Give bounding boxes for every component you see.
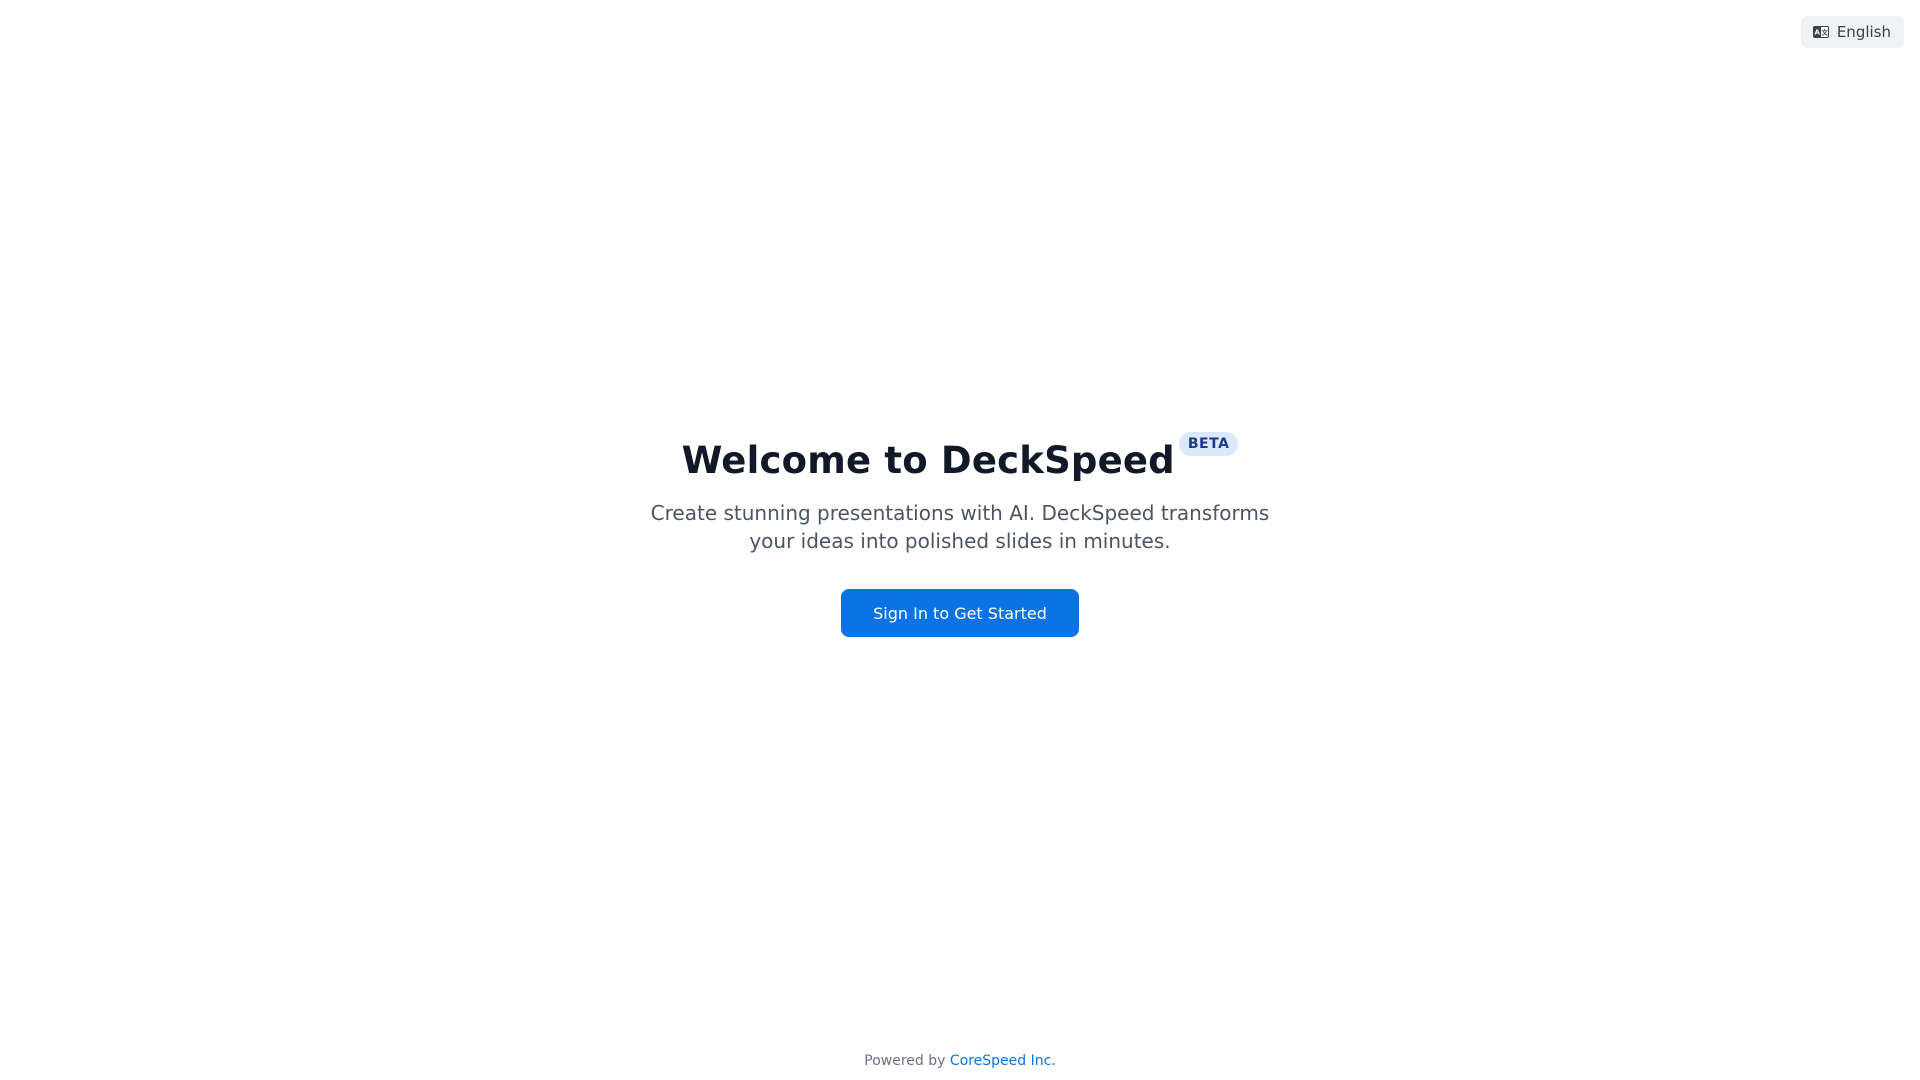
welcome-page: A 文 English Welcome to DeckSpeed BETA Cr… xyxy=(0,0,1920,1080)
sign-in-button[interactable]: Sign In to Get Started xyxy=(841,589,1079,637)
language-label: English xyxy=(1836,23,1891,41)
subtitle-line-2: your ideas into polished slides in minut… xyxy=(749,529,1171,553)
hero-section: Welcome to DeckSpeed BETA Create stunnin… xyxy=(0,432,1920,637)
language-selector-button[interactable]: A 文 English xyxy=(1800,16,1904,48)
corespeed-link[interactable]: CoreSpeed Inc. xyxy=(950,1053,1056,1069)
footer: Powered by CoreSpeed Inc. xyxy=(0,1053,1920,1069)
footer-prefix: Powered by xyxy=(864,1053,946,1069)
page-title: Welcome to DeckSpeed xyxy=(681,439,1175,482)
subtitle-line-1: Create stunning presentations with AI. D… xyxy=(650,501,1270,525)
hero-subtitle: Create stunning presentations with AI. D… xyxy=(635,499,1285,555)
language-icon: A 文 xyxy=(1812,26,1829,38)
beta-badge: BETA xyxy=(1178,432,1239,456)
svg-text:文: 文 xyxy=(1820,28,1828,37)
svg-text:A: A xyxy=(1814,29,1820,37)
title-row: Welcome to DeckSpeed BETA xyxy=(681,432,1239,487)
